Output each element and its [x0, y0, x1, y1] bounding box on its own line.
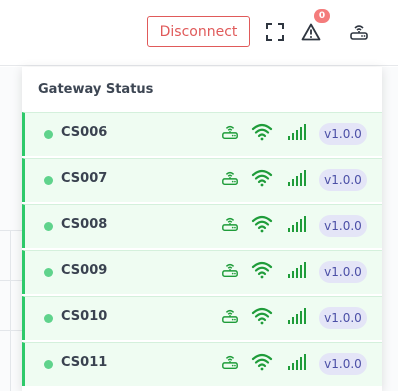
version-badge: v1.0.0 — [319, 123, 367, 145]
version-badge: v1.0.0 — [319, 353, 367, 375]
gateway-row[interactable]: CS010 v1.0.0 — [22, 296, 382, 340]
router-icon — [221, 261, 239, 283]
gateway-name: CS011 — [61, 355, 108, 370]
version-badge: v1.0.0 — [319, 169, 367, 191]
disconnect-button[interactable]: Disconnect — [147, 16, 250, 47]
signal-strength-icon — [287, 307, 307, 329]
signal-strength-icon — [287, 261, 307, 283]
router-icon — [221, 215, 239, 237]
gateway-status-button[interactable] — [347, 20, 371, 44]
gateway-name: CS008 — [61, 217, 108, 232]
status-dot — [44, 222, 53, 231]
version-badge: v1.0.0 — [319, 307, 367, 329]
status-dot — [44, 176, 53, 185]
gateway-name: CS010 — [61, 309, 108, 324]
router-icon — [221, 169, 239, 191]
gateway-name: CS009 — [61, 263, 108, 278]
gateway-status-dropdown: Gateway Status CS006 v1.0.0 CS007 v1.0.0 CS0… — [22, 67, 382, 391]
status-dot — [44, 130, 53, 139]
signal-strength-icon — [287, 215, 307, 237]
top-bar: Disconnect 0 — [0, 0, 398, 66]
router-icon — [221, 307, 239, 329]
gateway-name: CS006 — [61, 125, 108, 140]
version-badge: v1.0.0 — [319, 261, 367, 283]
router-icon — [221, 353, 239, 375]
dropdown-title: Gateway Status — [38, 82, 154, 97]
gateway-row[interactable]: CS008 v1.0.0 — [22, 204, 382, 248]
alert-count-badge: 0 — [314, 9, 330, 23]
fullscreen-icon — [266, 23, 284, 41]
router-icon — [350, 25, 368, 40]
wifi-icon — [251, 353, 273, 375]
alerts-button[interactable] — [299, 20, 323, 44]
status-dot — [44, 314, 53, 323]
wifi-icon — [251, 215, 273, 237]
version-badge: v1.0.0 — [319, 215, 367, 237]
status-dot — [44, 268, 53, 277]
background-divider — [10, 230, 11, 391]
background-divider — [0, 330, 22, 331]
gateway-row[interactable]: CS007 v1.0.0 — [22, 158, 382, 202]
status-dot — [44, 360, 53, 369]
signal-strength-icon — [287, 169, 307, 191]
signal-strength-icon — [287, 353, 307, 375]
background-divider — [0, 230, 22, 231]
background-divider — [0, 280, 22, 281]
wifi-icon — [251, 169, 273, 191]
wifi-icon — [251, 261, 273, 283]
gateway-row[interactable]: CS006 v1.0.0 — [22, 112, 382, 156]
signal-strength-icon — [287, 123, 307, 145]
gateway-row[interactable]: CS009 v1.0.0 — [22, 250, 382, 294]
gateway-row[interactable]: CS011 v1.0.0 — [22, 342, 382, 386]
wifi-icon — [251, 307, 273, 329]
wifi-icon — [251, 123, 273, 145]
router-icon — [221, 123, 239, 145]
gateway-name: CS007 — [61, 171, 108, 186]
alert-triangle-icon — [301, 23, 321, 41]
fullscreen-button[interactable] — [264, 21, 286, 43]
